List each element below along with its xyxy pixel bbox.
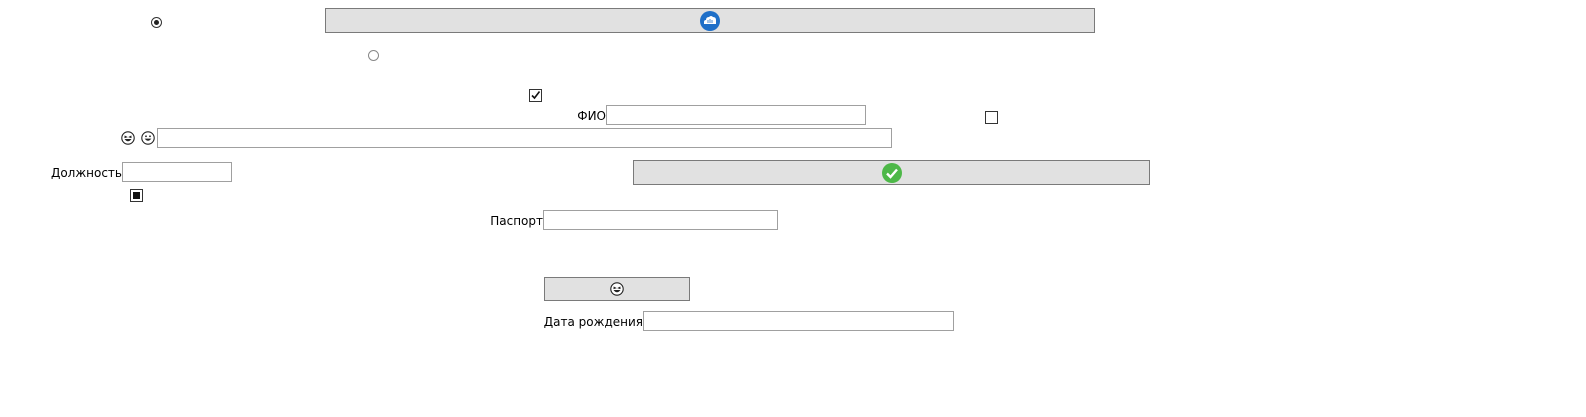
birthdate-label: Дата рождения <box>543 315 643 329</box>
radio-option-2[interactable] <box>368 50 379 61</box>
birthdate-input[interactable] <box>643 311 954 331</box>
check-mark-icon <box>531 91 541 100</box>
checkbox-indeterminate[interactable] <box>130 189 143 202</box>
cloud-button[interactable] <box>325 8 1095 33</box>
passport-label: Паспорт <box>490 214 543 228</box>
radio-option-1[interactable] <box>151 17 162 28</box>
checkbox-unchecked[interactable] <box>985 111 998 124</box>
green-checkmark-icon <box>881 162 902 183</box>
position-label: Должность <box>50 166 122 180</box>
checkbox-checked[interactable] <box>529 89 542 102</box>
emoji-input[interactable] <box>157 128 892 148</box>
fio-label: ФИО <box>577 109 606 123</box>
confirm-button[interactable] <box>633 160 1150 185</box>
passport-input[interactable] <box>543 210 778 230</box>
grinning-face-icon <box>141 131 155 145</box>
fio-input[interactable] <box>606 105 866 125</box>
laughing-face-icon <box>121 131 135 145</box>
position-input[interactable] <box>122 162 232 182</box>
cloud-icon <box>700 10 720 31</box>
laughing-face-icon <box>610 282 624 296</box>
emoji-button[interactable] <box>544 277 690 301</box>
